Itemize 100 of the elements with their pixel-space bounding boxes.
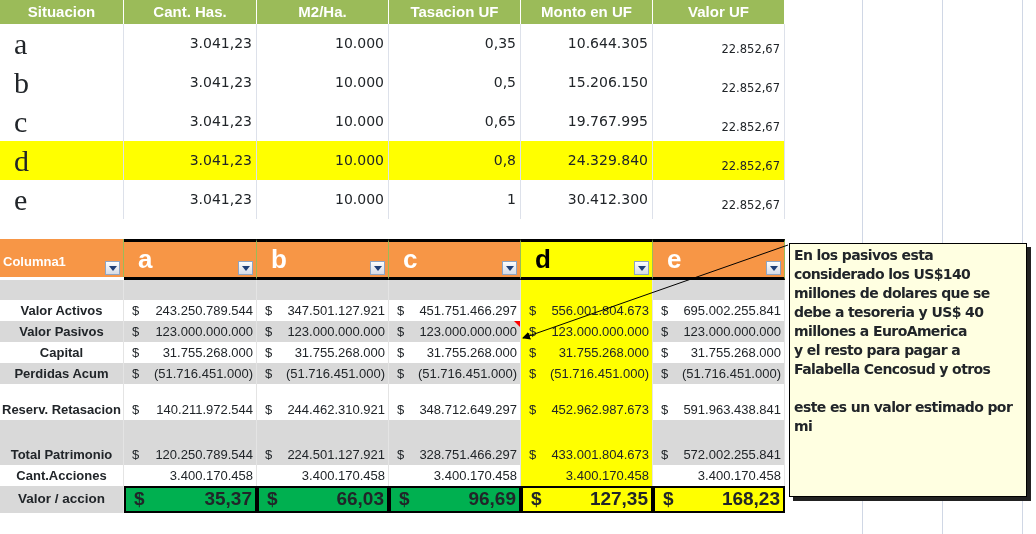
amount: 348.712.649.297	[419, 400, 517, 419]
table-cell: 22.852,67	[653, 24, 785, 63]
table-cell: 3.041,23	[124, 24, 257, 63]
amount: 140.211.972.544	[156, 400, 253, 419]
currency-symbol: $	[134, 486, 145, 511]
table-cell: 22.852,67	[653, 180, 785, 219]
table-cell: e	[0, 180, 124, 219]
column-header: c	[389, 239, 521, 280]
row-label: Valor / accion	[0, 486, 124, 513]
amount: 224.501.127.921	[287, 445, 385, 464]
table-cell: 10.000	[257, 180, 389, 219]
caret-icon	[241, 265, 250, 271]
amount: (51.716.451.000)	[549, 364, 649, 383]
comment-text: En los pasivos esta considerado los US$140 millones de dolares que se debe a tesoreria y US$ 40 millones a EuroAmerica y el resto para pagar a Falabella Cencosud y otros este es un valor estimado por mi	[794, 246, 1013, 436]
amount: 127,35	[589, 486, 648, 511]
amount: 695.002.255.841	[683, 301, 781, 320]
table-cell: 3.041,23	[124, 180, 257, 219]
filter-dropdown-button[interactable]	[238, 261, 253, 275]
column-header: Monto en UF	[521, 0, 653, 24]
currency-symbol: $	[397, 322, 405, 341]
amount: 244.462.310.921	[287, 400, 385, 419]
amount: 66,03	[336, 486, 384, 511]
caret-icon	[769, 265, 778, 271]
column-header: M2/Ha.	[257, 0, 389, 24]
currency-symbol: $	[529, 400, 537, 419]
table-cell: 10.000	[257, 63, 389, 102]
row-label: Perdidas Acum	[0, 363, 124, 384]
caret-icon	[373, 265, 382, 271]
amount: 120.250.789.544	[155, 445, 253, 464]
table-cell: 0,35	[389, 24, 521, 63]
table-cell: a	[0, 24, 124, 63]
row-label: Valor Pasivos	[0, 321, 124, 342]
currency-symbol: $	[397, 301, 405, 320]
table-cell: 22.852,67	[653, 63, 785, 102]
amount: (51.716.451.000)	[285, 364, 385, 383]
filter-dropdown-button[interactable]	[370, 261, 385, 275]
table-cell: b	[0, 63, 124, 102]
column-header: Columna1	[0, 239, 124, 277]
currency-symbol: $	[397, 343, 405, 362]
amount: 31.755.268.000	[294, 343, 385, 362]
filter-dropdown-button[interactable]	[105, 261, 120, 275]
amount: 243.250.789.544	[155, 301, 253, 320]
amount: 591.963.438.841	[683, 400, 781, 419]
column-header: Tasacion UF	[389, 0, 521, 24]
filter-dropdown-button[interactable]	[502, 261, 517, 275]
table-cell: 3.041,23	[124, 141, 257, 180]
caret-icon	[108, 265, 117, 271]
currency-symbol: $	[265, 343, 273, 362]
column-header: e	[653, 239, 785, 280]
caret-icon	[505, 265, 514, 271]
amount: 123.000.000.000	[551, 322, 649, 341]
amount: 572.002.255.841	[683, 445, 781, 464]
filter-dropdown-button[interactable]	[766, 261, 781, 275]
amount: (51.716.451.000)	[153, 364, 253, 383]
amount: 328.751.466.297	[419, 445, 517, 464]
column-header: d	[521, 239, 653, 280]
column-header: Cant. Has.	[124, 0, 257, 24]
currency-symbol: $	[132, 364, 140, 383]
table-cell: 22.852,67	[653, 141, 785, 180]
amount: (51.716.451.000)	[417, 364, 517, 383]
table-cell: 0,8	[389, 141, 521, 180]
currency-symbol: $	[397, 445, 405, 464]
table-cell: 1	[389, 180, 521, 219]
column-header: a	[124, 239, 257, 280]
table-cell: 10.644.305	[521, 24, 653, 63]
amount: 123.000.000.000	[155, 322, 253, 341]
filter-dropdown-button[interactable]	[634, 261, 649, 275]
currency-symbol: $	[265, 400, 273, 419]
amount: 3.400.170.458	[565, 466, 649, 485]
currency-symbol: $	[661, 343, 669, 362]
currency-symbol: $	[132, 343, 140, 362]
amount: 168,23	[721, 486, 780, 511]
currency-symbol: $	[529, 301, 537, 320]
column-header: Situacion	[0, 0, 124, 24]
currency-symbol: $	[265, 364, 273, 383]
currency-symbol: $	[397, 400, 405, 419]
amount: 31.755.268.000	[558, 343, 649, 362]
currency-symbol: $	[661, 400, 669, 419]
currency-symbol: $	[531, 486, 542, 511]
column-header: Valor UF	[653, 0, 785, 24]
amount: 433.001.804.673	[551, 445, 649, 464]
amount: 3.400.170.458	[697, 466, 781, 485]
currency-symbol: $	[661, 322, 669, 341]
table-cell: d	[0, 141, 124, 180]
currency-symbol: $	[529, 445, 537, 464]
amount: 3.400.170.458	[433, 466, 517, 485]
amount: 31.755.268.000	[690, 343, 781, 362]
amount: 3.400.170.458	[301, 466, 385, 485]
amount: 31.755.268.000	[162, 343, 253, 362]
currency-symbol: $	[529, 364, 537, 383]
currency-symbol: $	[132, 301, 140, 320]
table-cell: 10.000	[257, 141, 389, 180]
currency-symbol: $	[661, 445, 669, 464]
currency-symbol: $	[132, 445, 140, 464]
amount: 347.501.127.921	[287, 301, 385, 320]
caret-icon	[637, 265, 646, 271]
currency-symbol: $	[529, 322, 537, 341]
table-cell: 10.000	[257, 24, 389, 63]
amount: 123.000.000.000	[683, 322, 781, 341]
table-cell: 24.329.840	[521, 141, 653, 180]
